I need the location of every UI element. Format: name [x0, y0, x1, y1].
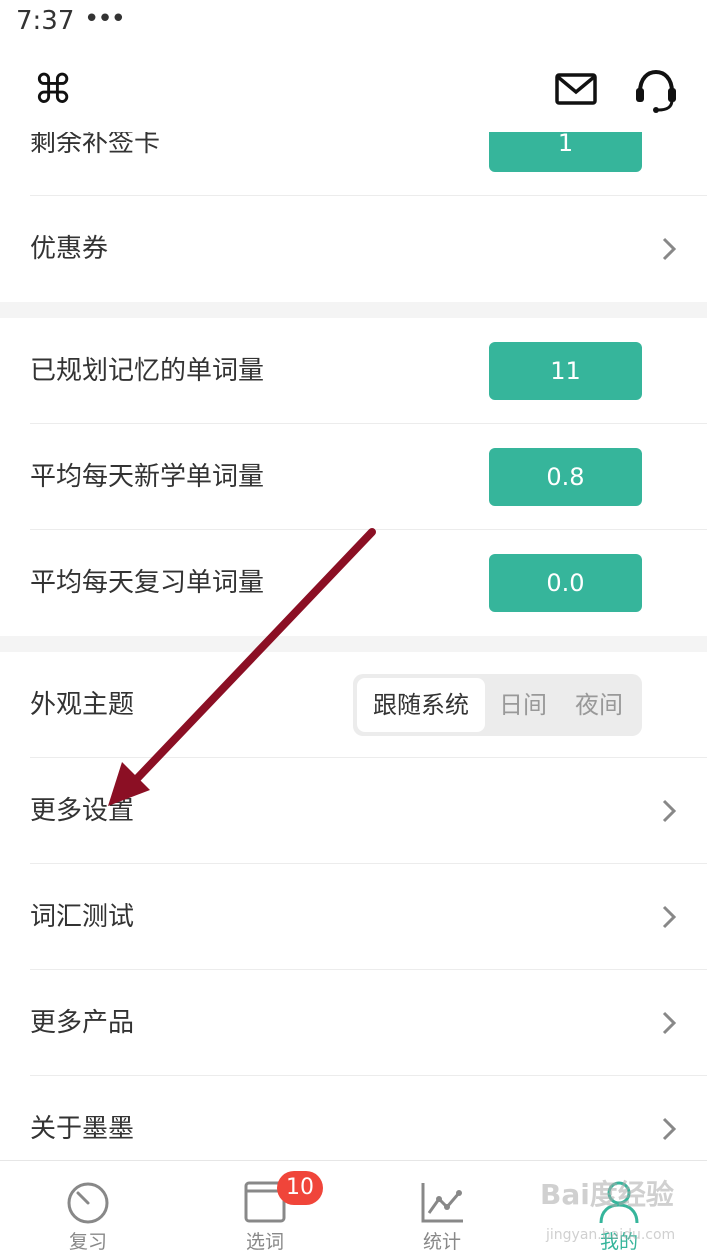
row-avg-new-words: 平均每天新学单词量 0.8: [0, 424, 707, 530]
row-label: 已规划记忆的单词量: [30, 356, 265, 386]
headset-icon[interactable]: [634, 68, 678, 114]
status-dots: •••: [84, 4, 126, 34]
chevron-right-icon: [662, 905, 677, 929]
app-bar: ⌘: [0, 48, 707, 132]
row-coupons[interactable]: 优惠券: [0, 196, 707, 302]
theme-option-day[interactable]: 日间: [487, 678, 559, 732]
row-label: 优惠券: [30, 234, 109, 264]
value-pill: 0.8: [489, 448, 642, 506]
chevron-right-icon: [662, 1011, 677, 1035]
notification-badge: 10: [277, 1171, 323, 1205]
tab-select-words[interactable]: 选词: [177, 1161, 353, 1257]
status-time: 7:37: [16, 6, 75, 36]
mail-icon[interactable]: [555, 72, 597, 106]
chevron-right-icon: [662, 1117, 677, 1141]
profile-content[interactable]: 剩余补签卡 1 优惠券 已规划记忆的单词量 11 平均每天新学单词量 0.8 平…: [0, 110, 707, 1160]
tab-statistics[interactable]: 统计: [354, 1161, 530, 1257]
row-label: 词汇测试: [30, 902, 135, 932]
row-label: 平均每天新学单词量: [30, 462, 265, 492]
value-pill: 0.0: [489, 554, 642, 612]
row-planned-words: 已规划记忆的单词量 11: [0, 318, 707, 424]
theme-option-system[interactable]: 跟随系统: [357, 678, 485, 732]
row-label: 更多设置: [30, 796, 135, 826]
row-more-settings[interactable]: 更多设置: [0, 758, 707, 864]
tab-label: 复习: [68, 1231, 107, 1253]
row-about[interactable]: 关于墨墨: [0, 1076, 707, 1160]
watermark-url: jingyan.baidu.com: [546, 1227, 676, 1243]
command-icon[interactable]: ⌘: [31, 68, 75, 112]
row-appearance-theme: 外观主题 跟随系统 日间 夜间: [0, 652, 707, 758]
row-avg-review-words: 平均每天复习单词量 0.0: [0, 530, 707, 636]
tab-review[interactable]: 复习: [0, 1161, 176, 1257]
watermark-logo: Bai度经验: [540, 1178, 674, 1211]
theme-option-night[interactable]: 夜间: [561, 678, 637, 732]
status-bar: 7:37 •••: [0, 0, 707, 48]
theme-segmented-control[interactable]: 跟随系统 日间 夜间: [353, 674, 642, 736]
row-label: 关于墨墨: [30, 1114, 135, 1144]
timer-icon: [67, 1182, 109, 1224]
row-vocab-test[interactable]: 词汇测试: [0, 864, 707, 970]
line-chart-icon: [421, 1183, 463, 1223]
section-gap: [0, 636, 707, 652]
bottom-tab-bar: 复习 选词 10 统计 我的 Bai度经验 jingyan.baidu.com: [0, 1160, 707, 1257]
section-gap: [0, 302, 707, 318]
row-label: 平均每天复习单词量: [30, 568, 265, 598]
value-pill: 11: [489, 342, 642, 400]
row-more-products[interactable]: 更多产品: [0, 970, 707, 1076]
chevron-right-icon: [662, 799, 677, 823]
row-label: 外观主题: [30, 690, 135, 720]
tab-label: 选词: [245, 1231, 284, 1253]
chevron-right-icon: [662, 237, 677, 261]
tab-label: 统计: [422, 1231, 461, 1253]
row-label: 更多产品: [30, 1008, 135, 1038]
